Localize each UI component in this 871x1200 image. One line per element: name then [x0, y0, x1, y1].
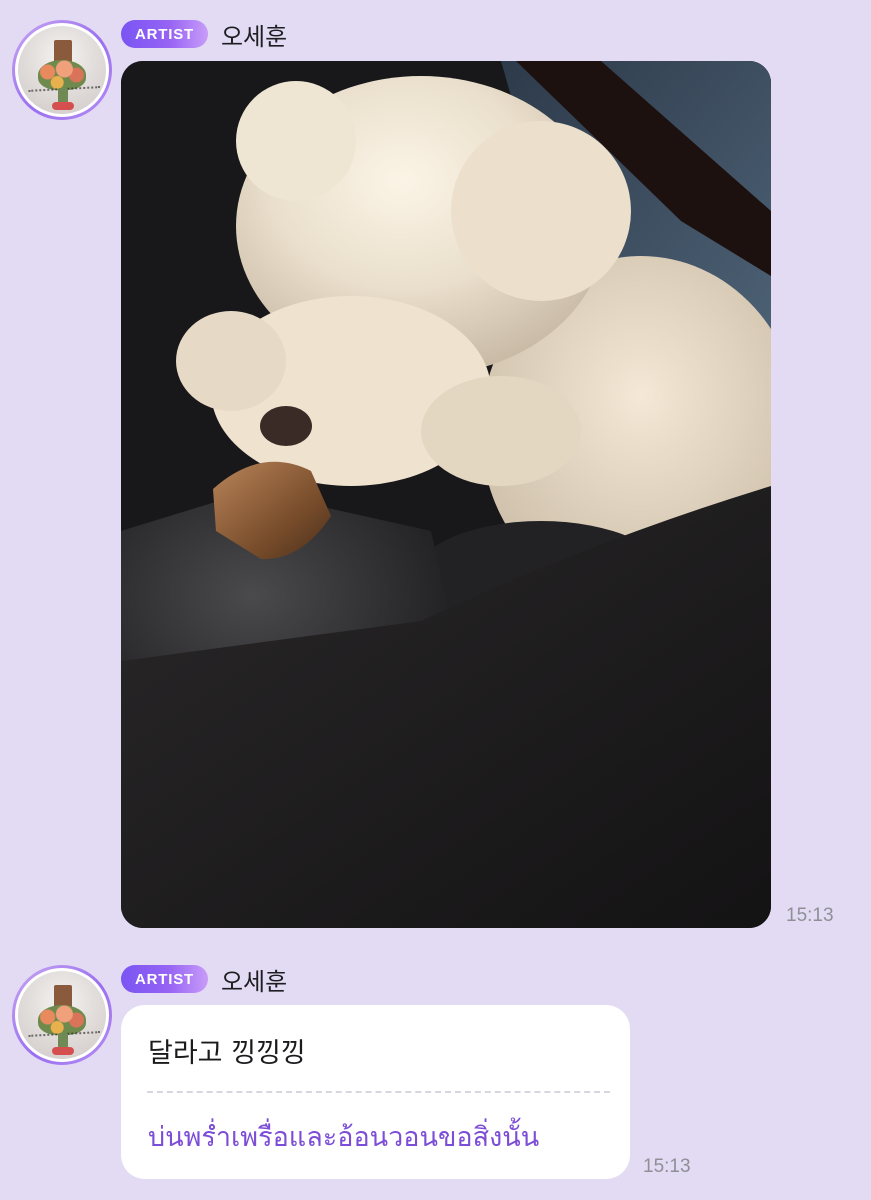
sender-name: 오세훈 — [220, 22, 288, 51]
artist-avatar[interactable] — [12, 965, 112, 1065]
translation-divider — [147, 1091, 610, 1093]
artist-badge: ARTIST — [121, 20, 208, 48]
avatar-bouquet-image — [18, 971, 106, 1059]
sender-name: 오세훈 — [220, 967, 288, 996]
message-timestamp: 15:13 — [786, 905, 834, 926]
message-timestamp: 15:13 — [643, 1156, 691, 1177]
dog-photo-image — [121, 61, 771, 928]
photo-attachment[interactable] — [121, 61, 771, 928]
message-original-text: 달라고 낑낑낑 — [148, 1038, 306, 1069]
artist-badge: ARTIST — [121, 965, 208, 993]
avatar-frame — [15, 968, 109, 1062]
sender-row: ARTIST 오세훈 — [121, 965, 287, 996]
avatar-bouquet-image — [18, 26, 106, 114]
sender-row: ARTIST 오세훈 — [121, 20, 287, 51]
text-message-bubble[interactable]: 달라고 낑낑낑 บ่นพร่ำเพรื่อและอ้อนวอนขอสิ่งนั้… — [121, 1005, 630, 1179]
bouquet-base-shape — [52, 1047, 74, 1055]
message-translation-text: บ่นพร่ำเพรื่อและอ้อนวอนขอสิ่งนั้น — [148, 1122, 540, 1153]
bouquet-base-shape — [52, 102, 74, 110]
artist-avatar[interactable] — [12, 20, 112, 120]
avatar-frame — [15, 23, 109, 117]
